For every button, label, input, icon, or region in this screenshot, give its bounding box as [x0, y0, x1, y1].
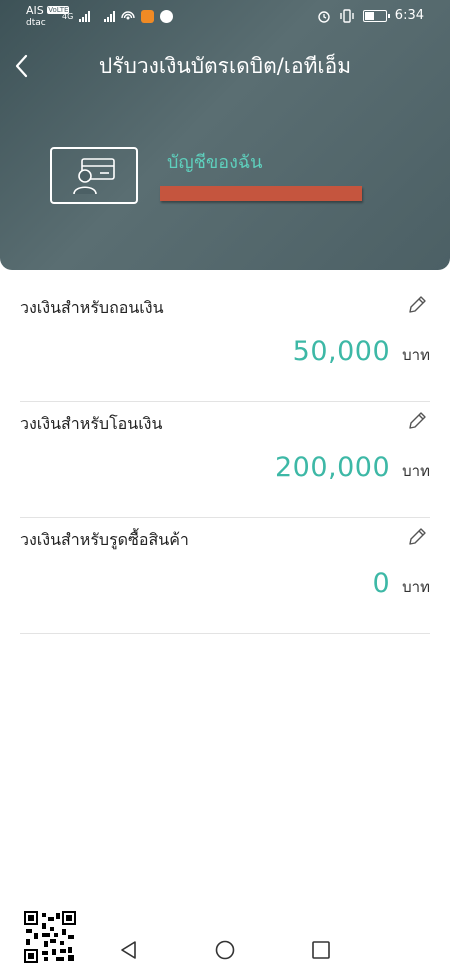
qr-code-icon [24, 911, 76, 963]
signal-icon [104, 10, 116, 22]
app-notification-icon [160, 9, 174, 23]
limit-amount: 200,000 [275, 452, 391, 483]
app-notification-icon [141, 9, 155, 23]
limit-label: วงเงินสำหรับโอนเงิน [20, 414, 163, 433]
chevron-left-icon[interactable] [10, 52, 34, 80]
currency-label: บาท [402, 578, 430, 596]
purchase-limit-row: วงเงินสำหรับรูดซื้อสินค้า 0 บาท [20, 518, 430, 634]
currency-label: บาท [402, 346, 430, 364]
status-icons-right: 6:34 [317, 8, 424, 23]
network-type-label: 4G [62, 11, 74, 21]
pencil-icon[interactable] [406, 294, 428, 316]
pencil-icon[interactable] [406, 410, 428, 432]
redacted-account-number [160, 186, 362, 201]
alarm-icon [318, 10, 330, 23]
transfer-limit-row: วงเงินสำหรับโอนเงิน 200,000 บาท [20, 402, 430, 518]
account-card-frame [50, 147, 138, 204]
vibrate-icon [340, 8, 354, 23]
header-panel: AIS VoLTE dtac 4G 6:34 ปรับวงเงินบัตรเดบ… [0, 0, 450, 270]
amount-line: 200,000 บาท [275, 452, 430, 483]
limit-amount: 0 [372, 568, 391, 599]
carrier-secondary-label: dtac [26, 18, 46, 28]
debit-card-user-icon [73, 158, 115, 195]
limit-label: วงเงินสำหรับรูดซื้อสินค้า [20, 530, 189, 549]
square-recents-icon[interactable] [310, 939, 332, 961]
limit-label: วงเงินสำหรับถอนเงิน [20, 298, 164, 317]
status-icons-left: 4G [62, 9, 174, 23]
page-title: ปรับวงเงินบัตรเดบิต/เอทีเอ็ม [98, 54, 352, 78]
wifi-hotspot-icon [121, 11, 135, 20]
status-bar: AIS VoLTE dtac 4G 6:34 [0, 0, 450, 34]
account-label: บัญชีของฉัน [167, 152, 263, 173]
carrier-primary-label: AIS [26, 4, 44, 17]
limit-amount: 50,000 [292, 336, 391, 367]
amount-line: 50,000 บาท [293, 336, 430, 367]
battery-icon [362, 9, 390, 22]
currency-label: บาท [402, 462, 430, 480]
amount-line: 0 บาท [372, 568, 430, 599]
circle-home-icon[interactable] [214, 939, 236, 961]
clock-time: 6:34 [394, 8, 424, 23]
pencil-icon[interactable] [406, 526, 428, 548]
withdrawal-limit-row: วงเงินสำหรับถอนเงิน 50,000 บาท [20, 286, 430, 402]
signal-icon [79, 10, 91, 22]
triangle-back-icon[interactable] [118, 939, 140, 961]
